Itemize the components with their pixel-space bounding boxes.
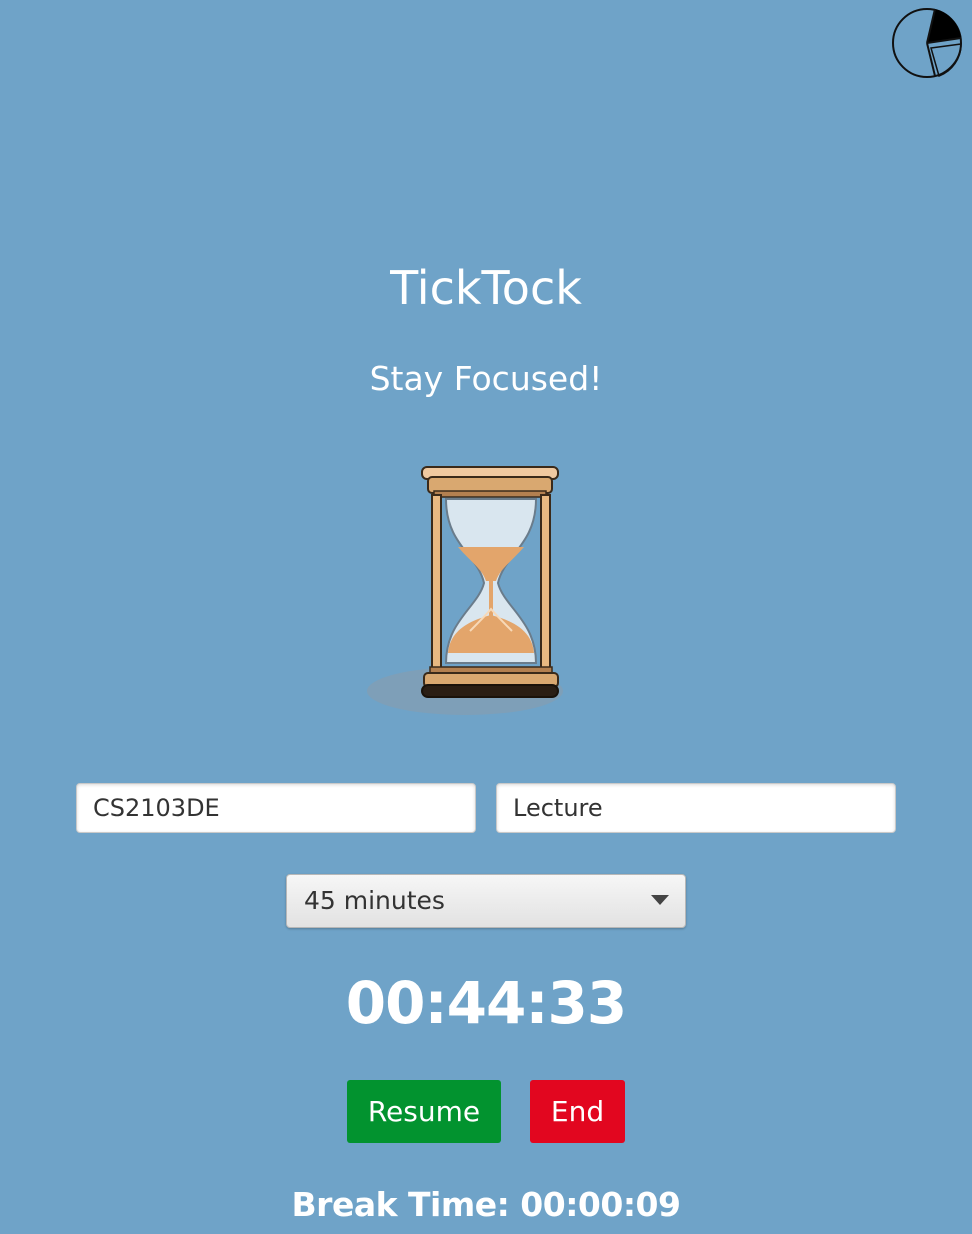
countdown-timer: 00:44:33 [345, 969, 628, 1037]
break-time-label: Break Time: 00:00:09 [291, 1185, 681, 1224]
app-subtitle: Stay Focused! [369, 359, 603, 398]
duration-select[interactable]: 45 minutes [286, 874, 686, 928]
stats-button[interactable] [891, 8, 963, 80]
session-type-input[interactable] [496, 783, 896, 833]
pie-chart-icon [891, 8, 963, 80]
app-title: TickTock [390, 261, 582, 315]
hourglass-icon [360, 455, 600, 720]
resume-button[interactable]: Resume [347, 1080, 501, 1143]
duration-select-value: 45 minutes [304, 886, 445, 915]
module-code-input[interactable] [76, 783, 476, 833]
chevron-down-icon [651, 895, 669, 905]
end-button[interactable]: End [530, 1080, 625, 1143]
